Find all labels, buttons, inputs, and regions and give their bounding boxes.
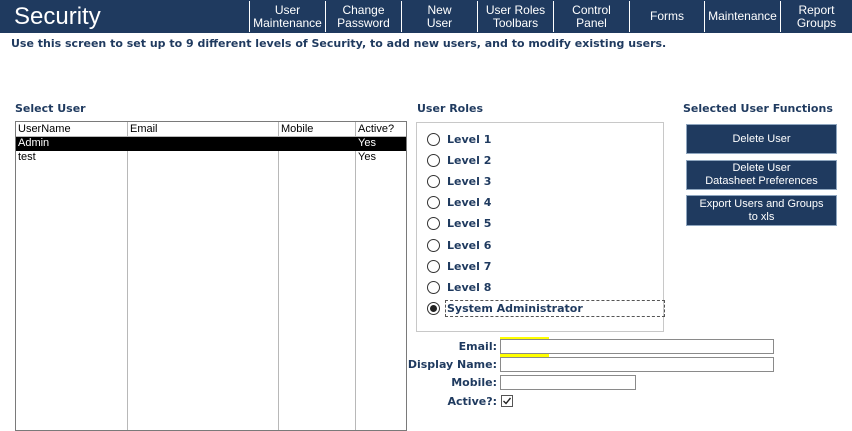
- role-option-level-3[interactable]: Level 3: [427, 171, 491, 191]
- role-option-level-5[interactable]: Level 5: [427, 213, 491, 233]
- mobile-label: Mobile:: [451, 376, 497, 389]
- nav-report-groups[interactable]: Report Groups: [780, 1, 852, 32]
- nav-new-user[interactable]: New User: [401, 1, 477, 32]
- role-label: Level 2: [447, 153, 492, 167]
- column-divider: [278, 122, 279, 430]
- delete-user-button[interactable]: Delete User: [686, 124, 837, 154]
- cell-username: test: [18, 151, 36, 163]
- nav-maintenance[interactable]: Maintenance: [704, 1, 780, 32]
- top-nav-bar: Security User Maintenance Change Passwor…: [0, 0, 852, 33]
- role-label: Level 8: [447, 280, 492, 294]
- radio-button[interactable]: [427, 216, 440, 230]
- table-row[interactable]: test Yes: [16, 151, 406, 165]
- user-list[interactable]: UserName Email Mobile Active? Admin Yes …: [15, 121, 407, 431]
- display-name-field[interactable]: [500, 357, 774, 372]
- radio-button[interactable]: [427, 153, 440, 167]
- active-checkbox[interactable]: [501, 395, 513, 407]
- role-option-system-administrator[interactable]: System Administrator: [427, 298, 665, 318]
- selected-user-functions-label: Selected User Functions: [683, 102, 833, 115]
- table-row[interactable]: Admin Yes: [16, 137, 406, 151]
- nav-control-panel[interactable]: Control Panel: [553, 1, 629, 32]
- radio-button[interactable]: [427, 238, 440, 252]
- email-label: Email:: [458, 340, 497, 353]
- radio-button[interactable]: [427, 280, 440, 294]
- role-label: Level 1: [447, 132, 492, 146]
- checkmark-icon: [503, 397, 512, 405]
- role-label: Level 7: [447, 259, 492, 273]
- role-label: Level 5: [447, 216, 492, 230]
- nav-user-roles-toolbars[interactable]: User Roles Toolbars: [477, 1, 553, 32]
- radio-button[interactable]: [427, 174, 440, 188]
- delete-user-datasheet-preferences-button[interactable]: Delete User Datasheet Preferences: [686, 160, 837, 190]
- cell-username: Admin: [18, 137, 50, 149]
- column-header-email[interactable]: Email: [130, 123, 158, 136]
- role-option-level-2[interactable]: Level 2: [427, 150, 491, 170]
- nav-user-maintenance[interactable]: User Maintenance: [249, 1, 325, 32]
- role-option-level-1[interactable]: Level 1: [427, 129, 491, 149]
- column-header-active[interactable]: Active?: [358, 123, 394, 136]
- radio-button[interactable]: [427, 132, 440, 146]
- display-name-label: Display Name:: [407, 358, 497, 371]
- cell-active: Yes: [358, 151, 376, 163]
- role-label: Level 4: [447, 195, 492, 209]
- role-option-level-4[interactable]: Level 4: [427, 192, 491, 212]
- active-label: Active?:: [447, 395, 497, 408]
- radio-button[interactable]: [427, 195, 440, 209]
- radio-button-selected[interactable]: [427, 301, 440, 315]
- column-divider: [127, 122, 128, 430]
- role-label: System Administrator: [445, 299, 665, 317]
- role-option-level-7[interactable]: Level 7: [427, 256, 491, 276]
- role-label: Level 6: [447, 238, 492, 252]
- column-divider: [355, 122, 356, 430]
- role-label: Level 3: [447, 174, 492, 188]
- nav-change-password[interactable]: Change Password: [325, 1, 401, 32]
- cell-active: Yes: [358, 137, 376, 149]
- user-roles-group: Level 1 Level 2 Level 3 Level 4 Level 5 …: [416, 122, 665, 332]
- nav-forms[interactable]: Forms: [629, 1, 704, 32]
- select-user-label: Select User: [15, 102, 86, 115]
- role-option-level-8[interactable]: Level 8: [427, 277, 491, 297]
- instruction-text: Use this screen to set up to 9 different…: [11, 37, 667, 50]
- mobile-field[interactable]: [500, 375, 636, 390]
- column-header-mobile[interactable]: Mobile: [281, 123, 313, 136]
- export-users-and-groups-button[interactable]: Export Users and Groups to xls: [686, 195, 837, 226]
- app-title: Security: [14, 3, 101, 30]
- column-header-username[interactable]: UserName: [18, 123, 71, 136]
- radio-button[interactable]: [427, 259, 440, 273]
- email-field[interactable]: [500, 339, 774, 354]
- role-option-level-6[interactable]: Level 6: [427, 235, 491, 255]
- user-roles-label: User Roles: [417, 102, 483, 115]
